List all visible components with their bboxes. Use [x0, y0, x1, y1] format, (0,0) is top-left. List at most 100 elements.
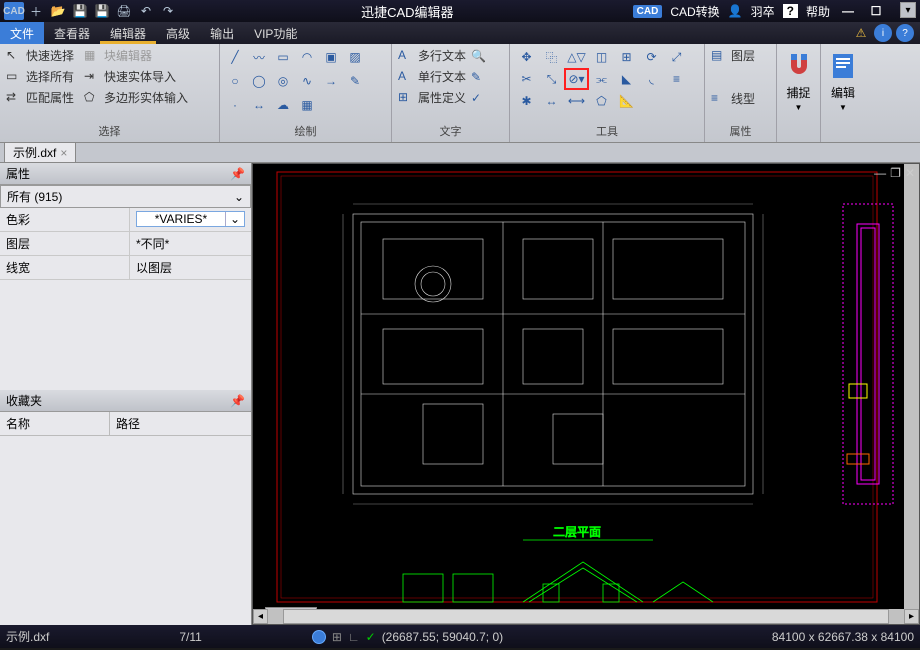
copy-icon[interactable]: ⿻	[539, 46, 564, 68]
align-icon[interactable]: ≡	[664, 68, 689, 90]
print-icon[interactable]: 🖨	[114, 2, 134, 20]
pen-icon[interactable]: ✎	[344, 70, 366, 92]
chamfer-icon[interactable]: ◣	[614, 68, 639, 90]
new-icon[interactable]: ＋	[26, 2, 46, 20]
trim-icon[interactable]: ✂	[514, 68, 539, 90]
fillet-icon[interactable]: ◟	[639, 68, 664, 90]
save-icon[interactable]: 💾	[70, 2, 90, 20]
pin-icon[interactable]: 📌	[230, 394, 245, 408]
h-scrollbar[interactable]: ◂▸	[253, 609, 919, 624]
attrdef-button[interactable]: ⊞属性定义	[396, 88, 468, 107]
alert-icon[interactable]: ⚠	[852, 24, 870, 42]
prop-lw-value[interactable]: 以图层	[130, 256, 251, 279]
fav-col-path[interactable]: 路径	[110, 412, 146, 435]
ray-icon[interactable]: →	[320, 70, 342, 92]
scale-icon[interactable]: ⤢	[664, 46, 689, 68]
canvas-close-icon[interactable]: ✕	[905, 166, 915, 180]
info-icon[interactable]: i	[874, 24, 892, 42]
layers-button[interactable]: ▤图层	[709, 46, 772, 65]
redo-icon[interactable]: ↷	[158, 2, 178, 20]
ring-icon[interactable]: ◎	[272, 70, 294, 92]
user-icon[interactable]: 👤	[728, 4, 743, 18]
tab-file[interactable]: 文件	[0, 22, 44, 44]
canvas-restore-icon[interactable]: ❐	[890, 166, 901, 180]
linetype-button[interactable]: ≡线型	[709, 89, 772, 108]
help-label[interactable]: 帮助	[806, 3, 830, 20]
match-props-button[interactable]: ⇄匹配属性	[4, 88, 76, 107]
cad-convert-link[interactable]: CAD转换	[670, 3, 719, 20]
panel-select: ↖快速选择 ▦块编辑器 ▭选择所有 ⇥快速实体导入 ⇄匹配属性 ⬠多边形实体输入…	[0, 44, 220, 142]
help-small-icon[interactable]: ?	[896, 24, 914, 42]
mtext-button[interactable]: A多行文本	[396, 46, 468, 65]
quick-entity-import-button[interactable]: ⇥快速实体导入	[82, 67, 178, 86]
snap-toggle-icon[interactable]	[312, 630, 326, 644]
close-tab-icon[interactable]: ×	[60, 146, 67, 160]
grid-toggle-icon[interactable]: ⊞	[332, 630, 342, 644]
rect-icon[interactable]: ▭	[272, 46, 294, 68]
canvas-min-icon[interactable]: —	[874, 166, 886, 180]
break-tool-highlighted[interactable]: ⊘▾	[564, 68, 589, 90]
extend-icon[interactable]: ⤡	[539, 68, 564, 90]
capture-button[interactable]: 捕捉 ▼	[779, 46, 819, 116]
hatch-icon[interactable]: ▨	[344, 46, 366, 68]
v-scrollbar[interactable]	[904, 164, 919, 609]
point-icon[interactable]: ·	[224, 94, 246, 116]
drawing-canvas[interactable]: — ❐ ✕	[252, 163, 920, 625]
select-all-button[interactable]: ▭选择所有	[4, 67, 76, 86]
poly-entity-input-button[interactable]: ⬠多边形实体输入	[82, 88, 190, 107]
tab-viewer[interactable]: 查看器	[44, 22, 100, 44]
quick-select-button[interactable]: ↖快速选择	[4, 46, 76, 65]
fav-col-name[interactable]: 名称	[0, 412, 110, 435]
help-icon[interactable]: ?	[783, 4, 798, 18]
prop-color-key: 色彩	[0, 208, 130, 231]
minimize-button[interactable]: —	[838, 4, 858, 18]
tab-output[interactable]: 输出	[200, 22, 244, 44]
tab-vip[interactable]: VIP功能	[244, 22, 307, 44]
open-icon[interactable]: 📂	[48, 2, 68, 20]
join-icon[interactable]: ⫘	[589, 68, 614, 90]
prop-lw-key: 线宽	[0, 256, 130, 279]
edit-button[interactable]: 编辑 ▼	[823, 46, 863, 116]
status-bar: 示例.dxf 7/11 ⊞ ∟ ✓ (26687.55; 59040.7; 0)…	[0, 625, 920, 648]
prop-color-value[interactable]: *VARIES*⌄	[136, 211, 245, 227]
text-find-icon[interactable]: 🔍	[471, 49, 486, 63]
doc-tab-active[interactable]: 示例.dxf ×	[4, 142, 76, 162]
pin-icon[interactable]: 📌	[230, 167, 245, 181]
spline-icon[interactable]: ∿	[296, 70, 318, 92]
circle-icon[interactable]: ○	[224, 70, 246, 92]
stretch-icon[interactable]: ↔	[539, 90, 564, 112]
tab-editor[interactable]: 编辑器	[100, 22, 156, 44]
offset-icon[interactable]: ◫	[589, 46, 614, 68]
filter-combo[interactable]: 所有 (915)⌄	[0, 185, 251, 208]
lengthen-icon[interactable]: ⟷	[564, 90, 589, 112]
xline-icon[interactable]: ↔	[248, 94, 270, 116]
polyline-icon[interactable]: 〰	[248, 46, 270, 68]
region-icon[interactable]: ▣	[320, 46, 342, 68]
prop-layer-value[interactable]: *不同*	[130, 232, 251, 255]
array-icon[interactable]: ⊞	[614, 46, 639, 68]
tabs-scroll-icon[interactable]: ▾	[900, 2, 916, 18]
text-edit-icon[interactable]: ✎	[471, 70, 481, 84]
stext-button[interactable]: A单行文本	[396, 67, 468, 86]
arc-icon[interactable]: ◠	[296, 46, 318, 68]
polar-toggle-icon[interactable]: ✓	[366, 630, 376, 644]
mirror-icon[interactable]: △▽	[564, 46, 589, 68]
edit-poly-icon[interactable]: ⬠	[589, 90, 614, 112]
tab-advanced[interactable]: 高级	[156, 22, 200, 44]
saveall-icon[interactable]: 💾	[92, 2, 112, 20]
ellipse-icon[interactable]: ◯	[248, 70, 270, 92]
maximize-button[interactable]: ☐	[866, 4, 886, 18]
text-spell-icon[interactable]: ✓	[471, 91, 481, 105]
import-icon: ⇥	[84, 69, 100, 85]
user-name[interactable]: 羽卒	[751, 3, 775, 20]
undo-icon[interactable]: ↶	[136, 2, 156, 20]
ortho-toggle-icon[interactable]: ∟	[348, 630, 360, 644]
image-icon[interactable]: ▦	[296, 94, 318, 116]
line-icon[interactable]: ╱	[224, 46, 246, 68]
move-icon[interactable]: ✥	[514, 46, 539, 68]
measure-icon[interactable]: 📐	[614, 90, 639, 112]
rotate-icon[interactable]: ⟳	[639, 46, 664, 68]
cloud-icon[interactable]: ☁	[272, 94, 294, 116]
explode-icon[interactable]: ✱	[514, 90, 539, 112]
ribbon: ↖快速选择 ▦块编辑器 ▭选择所有 ⇥快速实体导入 ⇄匹配属性 ⬠多边形实体输入…	[0, 44, 920, 143]
